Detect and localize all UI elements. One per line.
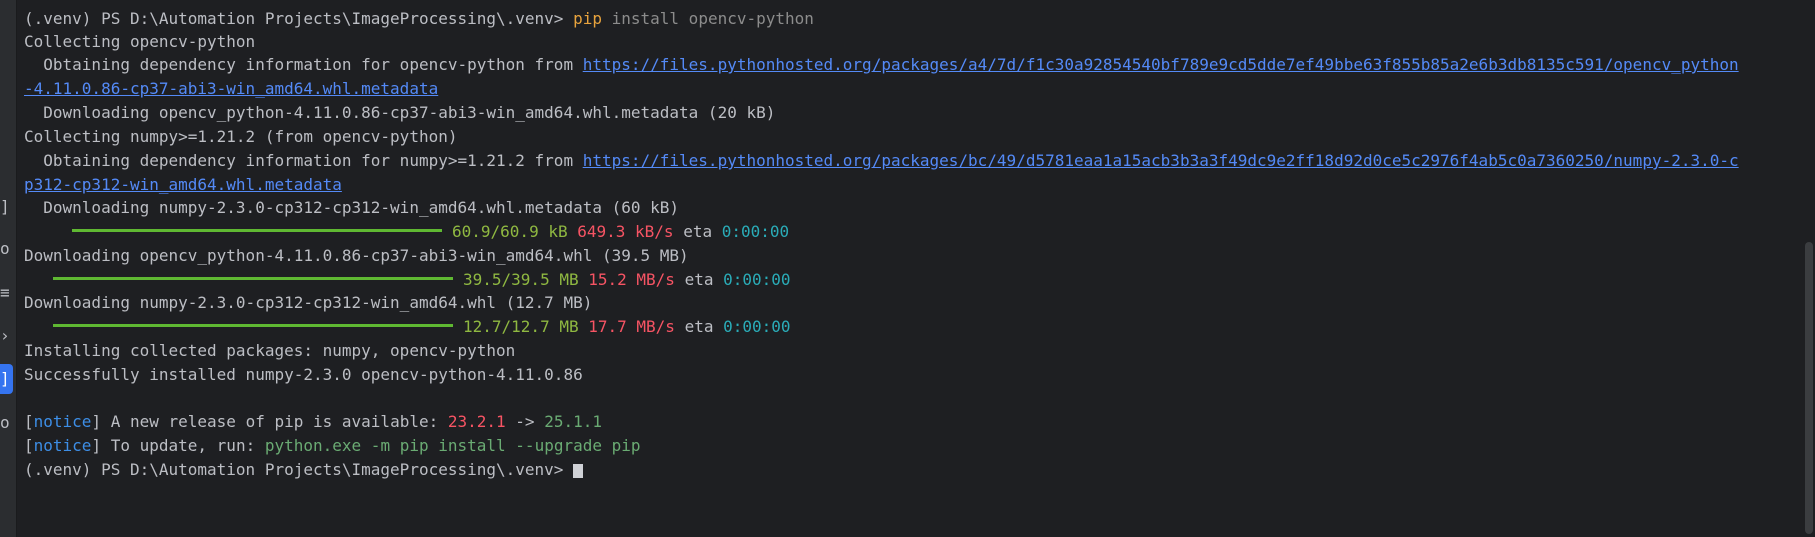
bracket-icon[interactable]: ] <box>0 196 12 218</box>
vertical-scrollbar[interactable] <box>1803 0 1815 537</box>
output-line: Downloading numpy-2.3.0-cp312-cp312-win_… <box>24 293 593 312</box>
upgrade-command: python.exe -m pip install --upgrade pip <box>264 436 641 455</box>
command-text: pip <box>573 9 602 28</box>
bracket-close: ] <box>91 436 102 455</box>
progress-size: 39.5/39.5 MB <box>463 270 579 289</box>
prompt-text: (.venv) PS D:\Automation Projects\ImageP… <box>24 9 574 28</box>
progress-eta: 0:00:00 <box>723 270 791 289</box>
progress-eta: 0:00:00 <box>723 317 791 336</box>
output-line: Downloading numpy-2.3.0-cp312-cp312-win_… <box>24 198 680 217</box>
notice-text: To update, run: <box>101 436 265 455</box>
output-line: Installing collected packages: numpy, op… <box>24 341 516 360</box>
eta-label: eta <box>683 222 713 241</box>
output-text: Obtaining dependency information for ope… <box>24 55 583 74</box>
terminal-output[interactable]: (.venv) PS D:\Automation Projects\ImageP… <box>24 8 1805 537</box>
new-version: 25.1.1 <box>544 412 602 431</box>
progress-bar <box>72 229 442 232</box>
eta-label: eta <box>684 317 714 336</box>
progress-speed: 15.2 MB/s <box>588 270 675 289</box>
notice-text: A new release of pip is available: <box>101 412 448 431</box>
circle-icon[interactable]: o <box>0 238 12 260</box>
progress-line: 60.9/60.9 kB 649.3 kB/s eta 0:00:00 <box>72 221 789 243</box>
progress-size: 60.9/60.9 kB <box>452 222 568 241</box>
output-line: Collecting opencv-python <box>24 32 256 51</box>
stack-icon[interactable]: ≡ <box>0 282 12 304</box>
output-line: Obtaining dependency information for ope… <box>24 54 1739 76</box>
prompt-line: (.venv) PS D:\Automation Projects\ImageP… <box>24 8 814 30</box>
numpy-metadata-link[interactable]: https://files.pythonhosted.org/packages/… <box>583 151 1739 170</box>
output-line: Collecting numpy>=1.21.2 (from opencv-py… <box>24 127 458 146</box>
output-line: p312-cp312-win_amd64.whl.metadata <box>24 174 342 196</box>
current-prompt-line[interactable]: (.venv) PS D:\Automation Projects\ImageP… <box>24 459 584 481</box>
progress-speed: 17.7 MB/s <box>588 317 675 336</box>
progress-speed: 649.3 kB/s <box>577 222 674 241</box>
progress-line: 39.5/39.5 MB 15.2 MB/s eta 0:00:00 <box>53 269 791 291</box>
progress-bar <box>53 324 453 327</box>
dot-icon[interactable]: o <box>0 412 12 434</box>
arrow-text: -> <box>505 412 545 431</box>
progress-size: 12.7/12.7 MB <box>463 317 579 336</box>
output-line: Obtaining dependency information for num… <box>24 150 1739 172</box>
prompt-text: (.venv) PS D:\Automation Projects\ImageP… <box>24 460 574 479</box>
opencv-metadata-link-cont[interactable]: -4.11.0.86-cp37-abi3-win_amd64.whl.metad… <box>24 79 438 98</box>
notice-line: [notice] To update, run: python.exe -m p… <box>24 435 641 457</box>
notice-tag: notice <box>33 412 92 431</box>
notice-line: [notice] A new release of pip is availab… <box>24 411 602 433</box>
eta-label: eta <box>684 270 714 289</box>
output-line: -4.11.0.86-cp37-abi3-win_amd64.whl.metad… <box>24 78 438 100</box>
old-version: 23.2.1 <box>447 412 506 431</box>
output-line: Successfully installed numpy-2.3.0 openc… <box>24 365 583 384</box>
bracket-open: [ <box>24 436 34 455</box>
command-args: install opencv-python <box>601 9 814 28</box>
progress-line: 12.7/12.7 MB 17.7 MB/s eta 0:00:00 <box>53 316 791 338</box>
output-line: Downloading opencv_python-4.11.0.86-cp37… <box>24 103 776 122</box>
progress-eta: 0:00:00 <box>721 222 790 241</box>
notice-tag: notice <box>33 436 92 455</box>
output-text: Obtaining dependency information for num… <box>24 151 583 170</box>
output-line: Downloading opencv_python-4.11.0.86-cp37… <box>24 246 689 265</box>
bracket-close: ] <box>91 412 102 431</box>
scrollbar-thumb[interactable] <box>1805 242 1813 534</box>
numpy-metadata-link-cont[interactable]: p312-cp312-win_amd64.whl.metadata <box>24 175 342 194</box>
terminal-icon[interactable]: ] <box>0 364 13 394</box>
tool-window-strip: ] o ≡ › ] o <box>0 0 17 537</box>
opencv-metadata-link[interactable]: https://files.pythonhosted.org/packages/… <box>583 55 1739 74</box>
progress-bar <box>53 277 453 280</box>
text-cursor <box>573 463 584 478</box>
terminal-window: ] o ≡ › ] o (.venv) PS D:\Automation Pro… <box>0 0 1815 537</box>
bracket-open: [ <box>24 412 34 431</box>
chevron-icon[interactable]: › <box>0 325 12 347</box>
